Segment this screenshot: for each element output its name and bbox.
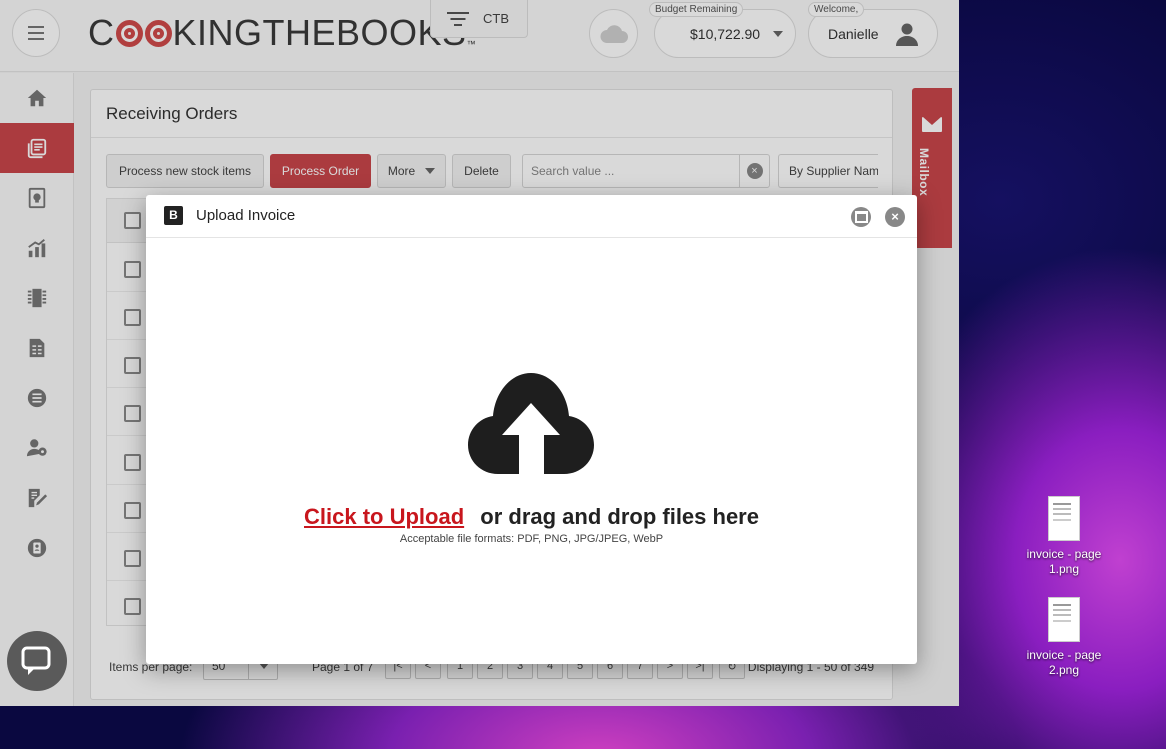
close-icon[interactable]: × (885, 207, 905, 227)
upload-instructions: Click to Upload or drag and drop files h… (146, 504, 917, 530)
desktop-file-invoice-page-1[interactable]: invoice - page 1.png (1024, 496, 1104, 577)
chat-button[interactable] (7, 631, 67, 691)
click-to-upload-link[interactable]: Click to Upload (304, 504, 464, 529)
desktop-file-invoice-page-2[interactable]: invoice - page 2.png (1024, 597, 1104, 678)
desktop-file-label: invoice - page 1.png (1026, 547, 1102, 576)
png-file-icon (1048, 496, 1080, 541)
cloud-upload-icon[interactable] (468, 373, 595, 475)
dialog-title: Upload Invoice (196, 207, 296, 224)
app-logo-icon: B (164, 206, 183, 225)
upload-invoice-dialog: B Upload Invoice × Click to Upload or dr… (146, 195, 917, 664)
desktop-file-label: invoice - page 2.png (1026, 648, 1102, 677)
app-window: C KINGTHEBOOKS™ CTB Budget Remaining $10,… (0, 0, 959, 706)
drag-drop-text: or drag and drop files here (480, 504, 759, 529)
png-file-icon (1048, 597, 1080, 642)
chat-icon (21, 646, 51, 675)
dialog-header: B Upload Invoice × (146, 195, 917, 238)
maximize-icon[interactable] (851, 207, 871, 227)
accepted-formats-text: Acceptable file formats: PDF, PNG, JPG/J… (399, 533, 664, 545)
